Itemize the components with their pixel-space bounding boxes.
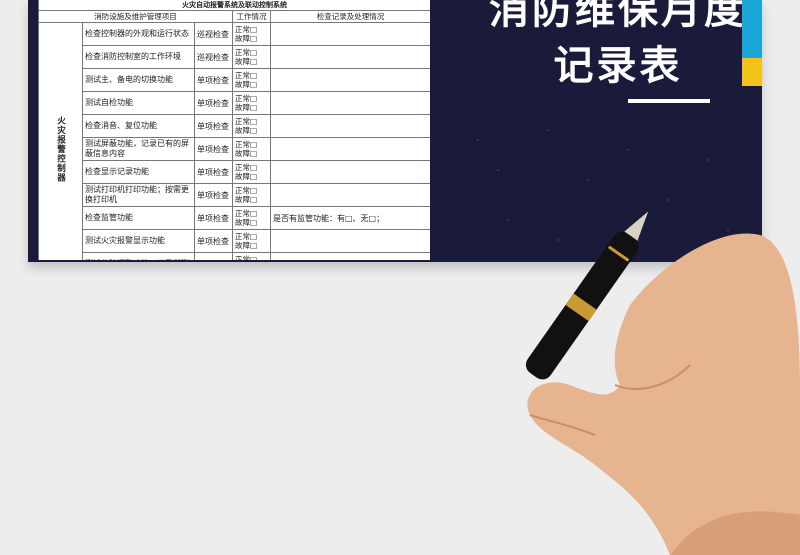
- row-item: 测试故障报警功能；记录所测: [82, 252, 195, 260]
- row-record[interactable]: [270, 252, 430, 260]
- row-method: 单项检查: [194, 252, 233, 260]
- row-method: 单项检查: [194, 114, 233, 138]
- row-record[interactable]: [270, 22, 430, 46]
- status-fault-checkbox[interactable]: 故障□: [235, 103, 268, 112]
- status-normal-checkbox[interactable]: 正常□: [235, 117, 268, 126]
- banner-title-line2: 记录表: [553, 43, 683, 89]
- accent-bar-cyan: [742, 0, 762, 58]
- table-row: 测试故障报警功能；记录所测单项检查正常□故障□: [39, 252, 430, 260]
- row-record[interactable]: 是否有监管功能：有□、无□；: [270, 206, 430, 230]
- group-label: 火灾报警控制器: [38, 22, 83, 260]
- hand-with-pen-image: [525, 211, 800, 555]
- row-record[interactable]: [270, 45, 430, 69]
- row-item: 测试火灾报警显示功能: [82, 229, 195, 253]
- row-item: 检查消防控制室的工作环境: [82, 45, 195, 69]
- row-record[interactable]: [270, 229, 430, 253]
- table-header-row: 消防设施及维护管理项目 工作情况 检查记录及处理情况: [38, 10, 430, 23]
- row-method: 单项检查: [194, 206, 233, 230]
- row-status: 正常□故障□: [232, 22, 271, 46]
- maintenance-sheet: 火灾自动报警系统及联动控制系统 消防设施及维护管理项目 工作情况 检查记录及处理…: [38, 0, 430, 260]
- header-item: 消防设施及维护管理项目: [38, 10, 233, 23]
- row-status: 正常□故障□: [232, 252, 271, 260]
- status-normal-checkbox[interactable]: 正常□: [235, 232, 268, 241]
- row-method: 巡视检查: [194, 22, 233, 46]
- table-row: 测试火灾报警显示功能 单项检查 正常□ 故障□: [39, 229, 430, 253]
- row-status: 正常□故障□: [232, 45, 271, 69]
- row-method: 单项检查: [194, 229, 233, 253]
- status-normal-checkbox[interactable]: 正常□: [235, 71, 268, 80]
- maintenance-table: 火灾自动报警系统及联动控制系统 消防设施及维护管理项目 工作情况 检查记录及处理…: [38, 0, 430, 260]
- row-status: 正常□故障□: [232, 91, 271, 115]
- row-status: 正常□故障□: [232, 137, 271, 161]
- row-item: 检查控制器的外观和运行状态: [82, 22, 195, 46]
- table-row: 检查监管功能 单项检查 正常□ 故障□ 是否有监管功能：有□、无□；: [39, 206, 430, 230]
- row-status: 正常□故障□: [232, 229, 271, 253]
- status-fault-checkbox[interactable]: 故障□: [235, 34, 268, 43]
- status-fault-checkbox[interactable]: 故障□: [235, 218, 268, 227]
- status-fault-checkbox[interactable]: 故障□: [235, 241, 268, 250]
- row-status: 正常□故障□: [232, 160, 271, 184]
- row-status: 正常□故障□: [232, 183, 271, 207]
- table-row: 火灾报警控制器 检查控制器的外观和运行状态 巡视检查 正常□ 故障□: [38, 22, 430, 260]
- status-normal-checkbox[interactable]: 正常□: [235, 140, 268, 149]
- table-row: 检查消音、复位功能 单项检查 正常□ 故障□: [39, 114, 430, 138]
- table-row: 测试主、备电的切换功能 单项检查 正常□ 故障□: [39, 68, 430, 92]
- row-method: 单项检查: [194, 91, 233, 115]
- table-row: 测试屏蔽功能，记录已有的屏蔽信息内容 单项检查 正常□ 故障□: [39, 137, 430, 161]
- row-status: 正常□故障□: [232, 206, 271, 230]
- row-method: 单项检查: [194, 68, 233, 92]
- banner-title-line1: 消防维保月度: [489, 0, 747, 33]
- table-row: 测试自检功能 单项检查 正常□ 故障□: [39, 91, 430, 115]
- status-normal-checkbox[interactable]: 正常□: [235, 48, 268, 57]
- accent-bar-yellow: [742, 58, 762, 86]
- status-normal-checkbox[interactable]: 正常□: [235, 209, 268, 218]
- status-normal-checkbox[interactable]: 正常□: [235, 94, 268, 103]
- status-normal-checkbox[interactable]: 正常□: [235, 186, 268, 195]
- status-fault-checkbox[interactable]: 故障□: [235, 126, 268, 135]
- title-underline: [628, 99, 710, 103]
- row-record[interactable]: [270, 91, 430, 115]
- row-method: 单项检查: [194, 183, 233, 207]
- status-fault-checkbox[interactable]: 故障□: [235, 57, 268, 66]
- table-caption-row: 火灾自动报警系统及联动控制系统: [38, 0, 430, 11]
- row-status: 正常□故障□: [232, 68, 271, 92]
- row-record[interactable]: [270, 114, 430, 138]
- table-row: 检查消防控制室的工作环境 巡视检查 正常□ 故障□: [39, 45, 430, 69]
- status-fault-checkbox[interactable]: 故障□: [235, 195, 268, 204]
- row-item: 检查监管功能: [82, 206, 195, 230]
- row-item: 检查消音、复位功能: [82, 114, 195, 138]
- row-record[interactable]: [270, 68, 430, 92]
- table-row: 检查显示记录功能 单项检查 正常□ 故障□: [39, 160, 430, 184]
- row-record[interactable]: [270, 137, 430, 161]
- row-method: 巡视检查: [194, 45, 233, 69]
- row-item: 检查显示记录功能: [82, 160, 195, 184]
- status-fault-checkbox[interactable]: 故障□: [235, 172, 268, 181]
- status-normal-checkbox[interactable]: 正常□: [235, 25, 268, 34]
- table-caption: 火灾自动报警系统及联动控制系统: [38, 0, 430, 11]
- row-record[interactable]: [270, 183, 430, 207]
- header-record: 检查记录及处理情况: [270, 10, 430, 23]
- row-record[interactable]: [270, 160, 430, 184]
- table-row: 测试打印机打印功能；按需更换打印机 单项检查 正常□ 故障□: [39, 183, 430, 207]
- status-fault-checkbox[interactable]: 故障□: [235, 80, 268, 89]
- status-normal-checkbox[interactable]: 正常□: [235, 163, 268, 172]
- row-method: 单项检查: [194, 160, 233, 184]
- status-normal-checkbox[interactable]: 正常□: [235, 255, 268, 260]
- row-item: 测试打印机打印功能；按需更换打印机: [82, 183, 195, 207]
- row-method: 单项检查: [194, 137, 233, 161]
- row-status: 正常□故障□: [232, 114, 271, 138]
- row-item: 测试自检功能: [82, 91, 195, 115]
- banner-title: 消防维保月度 记录表: [458, 0, 762, 94]
- row-item: 测试屏蔽功能，记录已有的屏蔽信息内容: [82, 137, 195, 161]
- header-status: 工作情况: [232, 10, 271, 23]
- row-item: 测试主、备电的切换功能: [82, 68, 195, 92]
- status-fault-checkbox[interactable]: 故障□: [235, 149, 268, 158]
